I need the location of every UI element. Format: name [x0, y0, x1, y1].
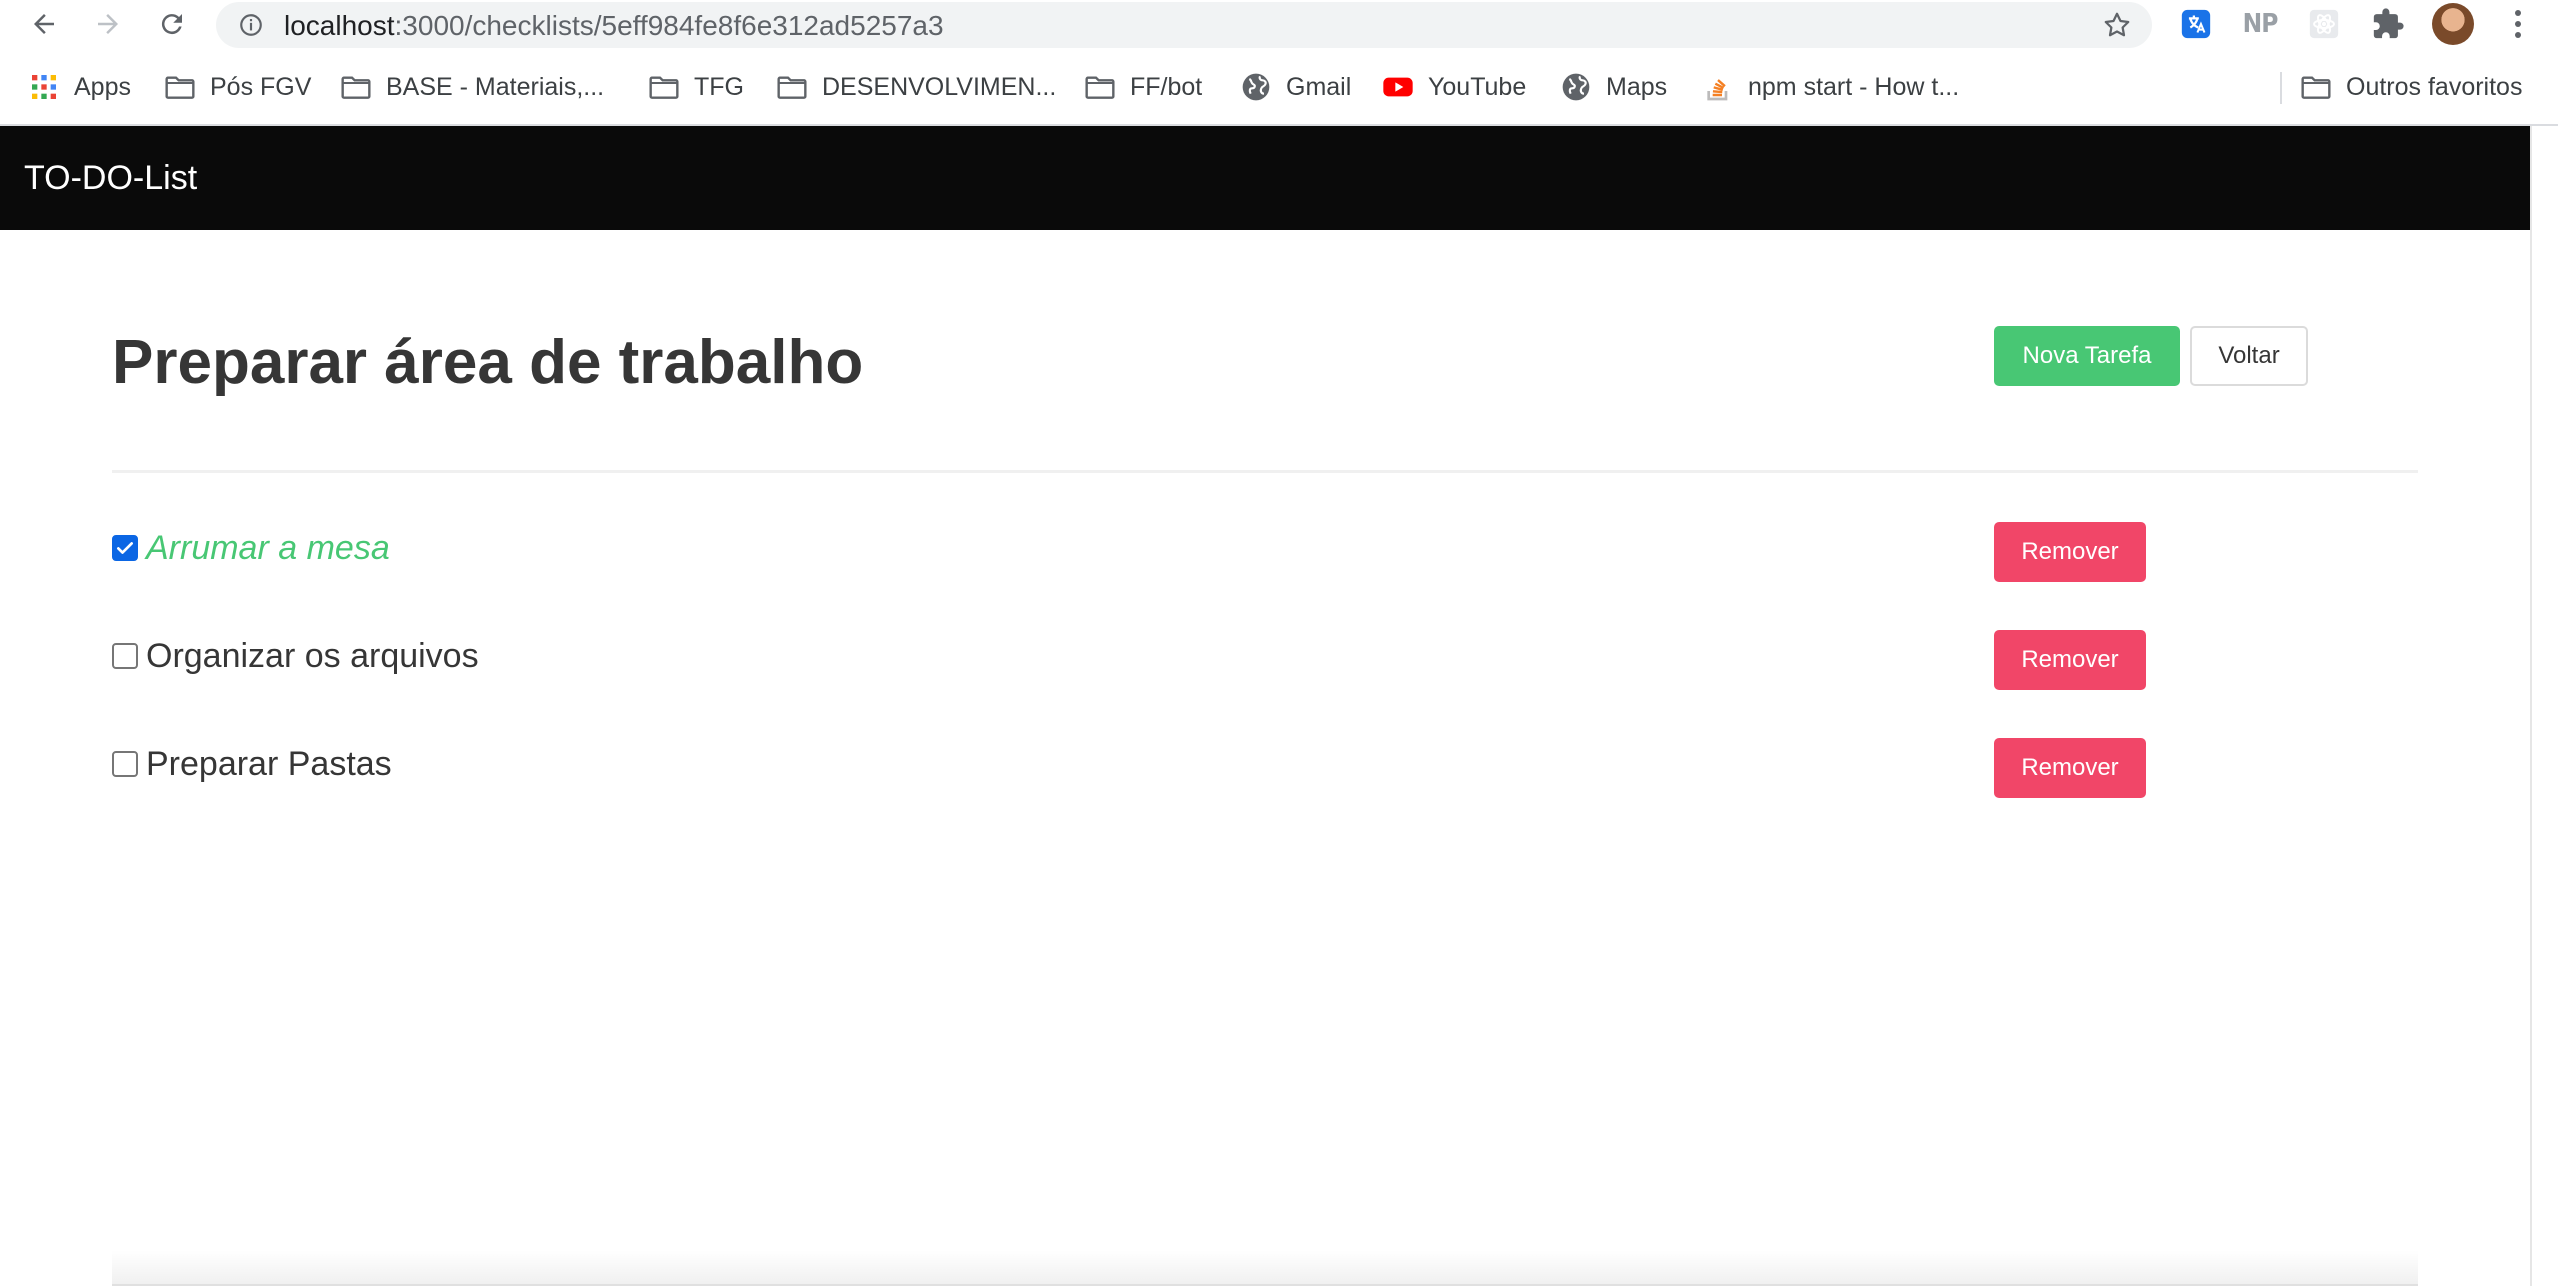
bookmark-maps[interactable]: Maps: [1560, 62, 1667, 112]
new-task-button[interactable]: Nova Tarefa: [1994, 326, 2180, 386]
browser-toolbar: localhost:3000/checklists/5eff984fe8f6e3…: [0, 0, 2558, 50]
bookmark-folder-desenvolvimento[interactable]: DESENVOLVIMEN...: [776, 62, 1056, 112]
forward-button[interactable]: [90, 6, 126, 42]
page-scrollbar[interactable]: [2530, 126, 2558, 1286]
bookmark-label: npm start - How t...: [1748, 72, 1960, 101]
translate-extension-icon: [2181, 9, 2211, 39]
bookmarks-separator: [2280, 72, 2282, 104]
task-label: Preparar Pastas: [146, 745, 392, 783]
bookmark-label: Apps: [74, 72, 131, 101]
checklist-title: Preparar área de trabalho: [112, 328, 864, 397]
bookmarks-bar: Apps Pós FGV BASE - Materiais,... TFG DE…: [0, 62, 2558, 112]
task-label: Arrumar a mesa: [146, 529, 390, 567]
url-path: :3000/checklists/5eff984fe8f6e312ad5257a…: [394, 10, 944, 41]
task-checkbox[interactable]: [112, 535, 138, 561]
bookmark-label: FF/bot: [1130, 72, 1203, 101]
bookmark-star-icon[interactable]: [2102, 10, 2132, 40]
bookmark-label: TFG: [694, 72, 744, 101]
url-host: localhost: [284, 10, 395, 41]
np-extension-label: NP: [2242, 9, 2279, 39]
bookmark-label: BASE - Materiais,...: [386, 72, 605, 101]
arrow-right-icon: [98, 14, 118, 34]
bookmark-label: DESENVOLVIMEN...: [822, 72, 1057, 101]
remove-task-button[interactable]: Remover: [1994, 522, 2146, 582]
reload-button[interactable]: [154, 6, 190, 42]
address-bar[interactable]: localhost:3000/checklists/5eff984fe8f6e3…: [216, 2, 2152, 48]
bookmark-label: Gmail: [1286, 72, 1352, 101]
bookmark-youtube[interactable]: YouTube: [1382, 62, 1526, 112]
bookmark-label: Pós FGV: [210, 72, 312, 101]
back-button[interactable]: [26, 6, 62, 42]
folder-icon: [1085, 76, 1115, 99]
stackoverflow-icon: [1707, 79, 1728, 101]
menu-dot-icon: [2515, 10, 2521, 16]
globe-icon: [1562, 73, 1590, 101]
react-devtools-extension[interactable]: [2304, 4, 2344, 44]
folder-icon: [649, 76, 679, 99]
task-item: Organizar os arquivos: [112, 626, 479, 686]
task-item: Preparar Pastas: [112, 734, 392, 794]
task-checkbox[interactable]: [112, 751, 138, 777]
bookmark-folder-pos-fgv[interactable]: Pós FGV: [164, 62, 311, 112]
bookmark-stackoverflow[interactable]: npm start - How t...: [1702, 62, 1959, 112]
menu-dot-icon: [2515, 32, 2521, 38]
bookmark-apps[interactable]: Apps: [28, 62, 131, 112]
translate-extension[interactable]: [2176, 4, 2216, 44]
bookmark-folder-tfg[interactable]: TFG: [648, 62, 744, 112]
back-to-list-button[interactable]: Voltar: [2190, 326, 2308, 386]
bookmark-other-favorites[interactable]: Outros favoritos: [2300, 62, 2522, 112]
profile-avatar[interactable]: [2432, 3, 2474, 45]
arrow-left-icon: [34, 14, 54, 34]
title-divider: [112, 470, 2418, 473]
remove-task-button[interactable]: Remover: [1994, 738, 2146, 798]
browser-menu-button[interactable]: [2500, 6, 2536, 42]
bookmark-folder-ff-bot[interactable]: FF/bot: [1084, 62, 1202, 112]
bookmark-gmail[interactable]: Gmail: [1240, 62, 1351, 112]
folder-icon: [341, 76, 371, 99]
apps-grid-icon: [32, 75, 56, 99]
bookmark-label: Outros favoritos: [2346, 72, 2523, 101]
task-checkbox[interactable]: [112, 643, 138, 669]
youtube-icon: [1383, 77, 1413, 97]
app-navbar: TO-DO-List: [0, 126, 2530, 230]
extensions-puzzle-icon: [2373, 8, 2404, 39]
menu-dot-icon: [2515, 21, 2521, 27]
footer-edge: [112, 1250, 2418, 1286]
extensions-button[interactable]: [2368, 4, 2408, 44]
info-icon[interactable]: [238, 12, 264, 38]
folder-icon: [777, 76, 807, 99]
checkmark-icon: [117, 542, 133, 554]
task-item: Arrumar a mesa: [112, 518, 390, 578]
reload-icon: [161, 14, 182, 35]
task-label: Organizar os arquivos: [146, 637, 479, 675]
folder-icon: [2301, 76, 2331, 99]
folder-icon: [165, 76, 195, 99]
np-extension[interactable]: NP: [2240, 4, 2280, 44]
globe-icon: [1242, 73, 1270, 101]
bookmark-label: YouTube: [1428, 72, 1527, 101]
url-text: localhost:3000/checklists/5eff984fe8f6e3…: [284, 10, 944, 42]
app-brand[interactable]: TO-DO-List: [24, 158, 197, 198]
bookmark-label: Maps: [1606, 72, 1668, 101]
react-devtools-icon: [2309, 9, 2339, 39]
bookmark-folder-base[interactable]: BASE - Materiais,...: [340, 62, 604, 112]
remove-task-button[interactable]: Remover: [1994, 630, 2146, 690]
